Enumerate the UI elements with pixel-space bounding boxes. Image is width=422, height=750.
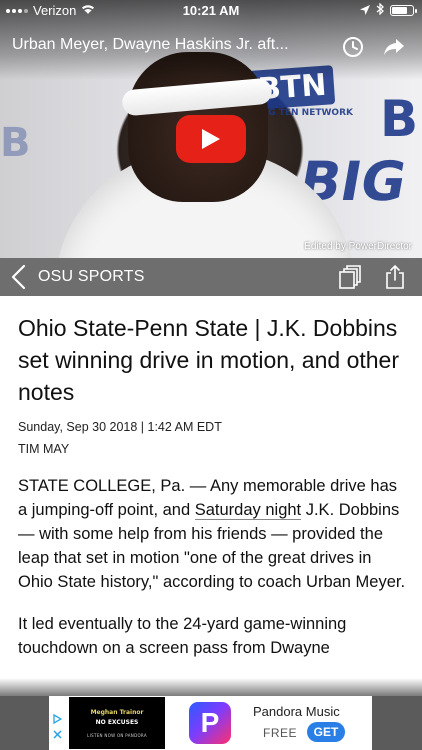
youtube-play-icon[interactable] bbox=[176, 115, 246, 163]
article-byline[interactable]: TIM MAY bbox=[18, 442, 410, 456]
backdrop-letter-b-2: B bbox=[0, 120, 31, 166]
ad-bar: Meghan Trainor NO EXCUSES LISTEN NOW ON … bbox=[0, 696, 422, 750]
video-player[interactable]: BTN BIG TEN NETWORK B BIG B Urban Meyer,… bbox=[0, 0, 422, 258]
ad-flag bbox=[49, 696, 67, 750]
article-body: STATE COLLEGE, Pa. — Any memorable drive… bbox=[18, 474, 410, 660]
ad-price: FREE bbox=[263, 726, 298, 740]
ad-banner-song: NO EXCUSES bbox=[95, 719, 139, 726]
status-bar: Verizon 10:21 AM bbox=[0, 0, 422, 22]
ad-banner-artist: Meghan Trainor bbox=[90, 709, 144, 716]
backdrop-network-text: BIG TEN NETWORK bbox=[258, 108, 353, 118]
watch-later-icon[interactable] bbox=[342, 36, 364, 58]
stacked-cards-icon[interactable] bbox=[338, 264, 362, 295]
video-actions bbox=[342, 36, 406, 58]
bluetooth-icon bbox=[376, 2, 384, 18]
video-title[interactable]: Urban Meyer, Dwayne Haskins Jr. aft... bbox=[12, 36, 342, 54]
ad-app-name: Pandora Music bbox=[253, 704, 340, 719]
pandora-ad[interactable]: Meghan Trainor NO EXCUSES LISTEN NOW ON … bbox=[49, 696, 372, 750]
get-button[interactable]: GET bbox=[307, 722, 345, 742]
nav-actions bbox=[338, 264, 406, 295]
pandora-logo-icon[interactable]: P bbox=[189, 702, 231, 744]
article: Ohio State-Penn State | J.K. Dobbins set… bbox=[18, 312, 410, 678]
section-title[interactable]: OSU SPORTS bbox=[38, 268, 145, 286]
ad-choices-icon[interactable] bbox=[53, 713, 63, 727]
article-paragraph: It led eventually to the 24-yard game-wi… bbox=[18, 615, 347, 657]
battery-icon bbox=[390, 5, 417, 16]
ad-banner-image[interactable]: Meghan Trainor NO EXCUSES LISTEN NOW ON … bbox=[69, 697, 165, 749]
share-icon[interactable] bbox=[384, 264, 406, 295]
date-link[interactable]: Saturday night bbox=[194, 501, 302, 520]
status-time: 10:21 AM bbox=[182, 3, 240, 18]
section-nav-bar: OSU SPORTS bbox=[0, 258, 422, 296]
backdrop-letter-b: B bbox=[380, 90, 419, 148]
location-arrow-icon bbox=[360, 3, 370, 18]
close-icon[interactable] bbox=[53, 730, 62, 742]
share-arrow-icon[interactable] bbox=[382, 36, 406, 58]
ad-banner-cta: LISTEN NOW ON PANDORA bbox=[87, 733, 147, 738]
article-paragraph: STATE COLLEGE, Pa. — Any memorable drive… bbox=[18, 474, 410, 594]
ad-top-shade bbox=[0, 678, 422, 696]
article-headline: Ohio State-Penn State | J.K. Dobbins set… bbox=[18, 315, 399, 405]
article-dateline: Sunday, Sep 30 2018 | 1:42 AM EDT bbox=[18, 420, 222, 434]
video-watermark: Edited by PowerDirector bbox=[304, 241, 412, 252]
chevron-left-icon[interactable] bbox=[10, 264, 28, 290]
